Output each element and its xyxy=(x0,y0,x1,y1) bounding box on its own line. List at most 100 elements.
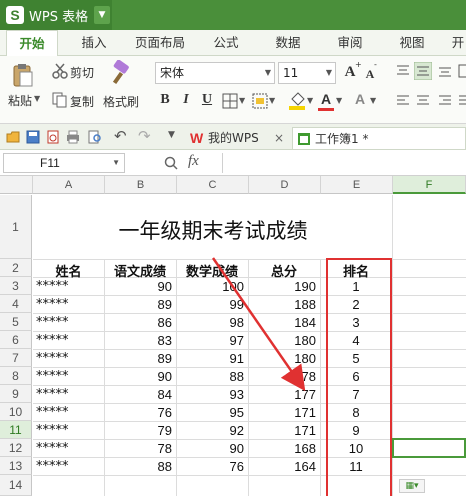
row-header[interactable]: 10 xyxy=(0,403,32,421)
copy-icon[interactable] xyxy=(52,92,68,108)
insert-function-button[interactable]: fx xyxy=(188,153,199,170)
copy-button[interactable]: 复制 xyxy=(70,93,94,110)
chevron-down-icon: ▼ xyxy=(325,68,332,77)
clear-format-dropdown-icon[interactable]: ▼ xyxy=(370,96,376,105)
tab-workbook1[interactable]: 工作簿1 * xyxy=(292,127,466,149)
merge-dropdown-icon[interactable]: ▼ xyxy=(269,96,275,105)
row-header[interactable]: 12 xyxy=(0,439,32,457)
tab-my-wps-label: 我的WPS xyxy=(208,131,259,145)
underline-button[interactable]: U xyxy=(199,90,215,110)
chevron-down-icon: ▼ xyxy=(112,158,120,167)
format-painter-button[interactable]: 格式刷 xyxy=(103,93,139,110)
save-icon[interactable] xyxy=(26,130,40,144)
tab-insert[interactable]: 插入 xyxy=(74,30,114,56)
row-header[interactable]: 5 xyxy=(0,313,32,331)
cell-area[interactable]: 一年级期末考试成绩 姓名 语文成绩 数学成绩 总分 排名 *****901001… xyxy=(33,195,466,496)
align-left-icon[interactable] xyxy=(396,94,410,108)
app-menu-dropdown-icon[interactable]: ▼ xyxy=(94,6,110,24)
print-icon[interactable] xyxy=(66,130,80,144)
paste-options-icon[interactable]: ▦▾ xyxy=(399,479,425,493)
align-middle-icon[interactable] xyxy=(414,62,432,80)
ribbon-toolbar: 粘贴 ▼ 剪切 复制 格式刷 宋体 ▼ 11 ▼ A + A - B I U ▼ xyxy=(0,56,466,124)
wps-logo-icon: S xyxy=(6,6,24,24)
row-header[interactable]: 9 xyxy=(0,385,32,403)
row-header[interactable]: 14 xyxy=(0,475,32,496)
align-bottom-icon[interactable] xyxy=(438,64,452,78)
wrap-text-icon[interactable] xyxy=(458,64,466,78)
spreadsheet-icon xyxy=(298,133,310,145)
paste-dropdown-icon[interactable]: ▼ xyxy=(34,94,40,103)
font-name-value: 宋体 xyxy=(160,66,185,80)
formula-bar: F11 ▼ fx xyxy=(0,150,466,176)
font-color-dropdown-icon[interactable]: ▼ xyxy=(336,96,342,105)
row-header[interactable]: 13 xyxy=(0,457,32,475)
tab-more[interactable]: 开 xyxy=(450,30,466,56)
borders-icon[interactable] xyxy=(222,93,238,109)
column-header-c[interactable]: C xyxy=(177,176,249,194)
app-name: WPS 表格 xyxy=(29,9,89,25)
shrink-font-arrow-icon: - xyxy=(374,60,377,69)
grow-font-arrow-icon: + xyxy=(355,60,362,69)
print-preview-icon[interactable] xyxy=(88,130,102,144)
font-color-swatch xyxy=(318,108,334,111)
paste-button[interactable]: 粘贴 xyxy=(8,92,32,109)
row-header[interactable]: 2 xyxy=(0,259,32,277)
scissors-icon[interactable] xyxy=(52,63,68,79)
annotation-arrow xyxy=(211,257,306,392)
fill-color-dropdown-icon[interactable]: ▼ xyxy=(307,96,313,105)
font-size-select[interactable]: 11 ▼ xyxy=(278,62,336,84)
tab-view[interactable]: 视图 xyxy=(394,30,430,56)
tab-home[interactable]: 开始 xyxy=(6,30,58,57)
cut-button[interactable]: 剪切 xyxy=(70,64,94,81)
paste-icon[interactable] xyxy=(10,62,36,88)
clear-format-icon[interactable]: A xyxy=(352,89,368,109)
column-header-d[interactable]: D xyxy=(249,176,321,194)
undo-icon[interactable]: ↶ xyxy=(114,127,127,145)
chevron-down-icon: ▼ xyxy=(264,68,271,77)
zoom-lookup-icon[interactable] xyxy=(164,156,178,170)
redo-icon[interactable]: ↷ xyxy=(138,127,151,145)
row-header[interactable]: 8 xyxy=(0,367,32,385)
select-all-corner[interactable] xyxy=(0,176,33,194)
font-size-value: 11 xyxy=(283,66,299,80)
open-folder-icon[interactable] xyxy=(6,130,20,144)
borders-dropdown-icon[interactable]: ▼ xyxy=(239,96,245,105)
spreadsheet-grid: A B C D E F 1 2 3 4 5 6 7 8 9 10 11 12 1… xyxy=(0,176,466,496)
format-painter-icon[interactable] xyxy=(108,60,134,86)
row-header[interactable]: 6 xyxy=(0,331,32,349)
tab-formulas[interactable]: 公式 xyxy=(208,30,244,56)
title-bar: S WPS 表格 ▼ xyxy=(0,0,466,30)
formula-input[interactable] xyxy=(222,153,466,173)
red-arrow-line xyxy=(211,257,306,392)
tab-workbook1-label: 工作簿1 * xyxy=(315,132,369,146)
align-center-icon[interactable] xyxy=(416,94,430,108)
column-header-a[interactable]: A xyxy=(33,176,105,194)
row-header[interactable]: 1 xyxy=(0,195,32,259)
row-header[interactable]: 7 xyxy=(0,349,32,367)
close-icon[interactable]: × xyxy=(274,127,284,149)
justify-icon[interactable] xyxy=(458,94,466,108)
row-header[interactable]: 4 xyxy=(0,295,32,313)
tab-review[interactable]: 审阅 xyxy=(332,30,368,56)
name-box[interactable]: F11 ▼ xyxy=(3,153,125,173)
row-header[interactable]: 11 xyxy=(0,421,32,439)
font-color-icon[interactable]: A xyxy=(318,89,334,109)
merge-cells-icon[interactable] xyxy=(252,93,268,109)
align-top-icon[interactable] xyxy=(396,64,410,78)
italic-button[interactable]: I xyxy=(178,90,194,110)
customize-toolbar-icon[interactable]: ▼ xyxy=(168,130,175,140)
tab-my-wps[interactable]: W 我的WPS × xyxy=(186,127,290,149)
tab-page-layout[interactable]: 页面布局 xyxy=(132,30,188,56)
fill-color-icon[interactable] xyxy=(288,91,306,111)
column-header-b[interactable]: B xyxy=(105,176,177,194)
tab-data[interactable]: 数据 xyxy=(270,30,306,56)
row-header[interactable]: 3 xyxy=(0,277,32,295)
export-pdf-icon[interactable] xyxy=(46,130,60,144)
name-box-value: F11 xyxy=(40,156,60,170)
font-name-select[interactable]: 宋体 ▼ xyxy=(155,62,275,84)
column-header-f[interactable]: F xyxy=(393,176,466,194)
bold-button[interactable]: B xyxy=(157,90,173,110)
app-menu-button[interactable]: S WPS 表格 ▼ xyxy=(0,0,112,30)
align-right-icon[interactable] xyxy=(438,94,452,108)
column-header-e[interactable]: E xyxy=(321,176,393,194)
